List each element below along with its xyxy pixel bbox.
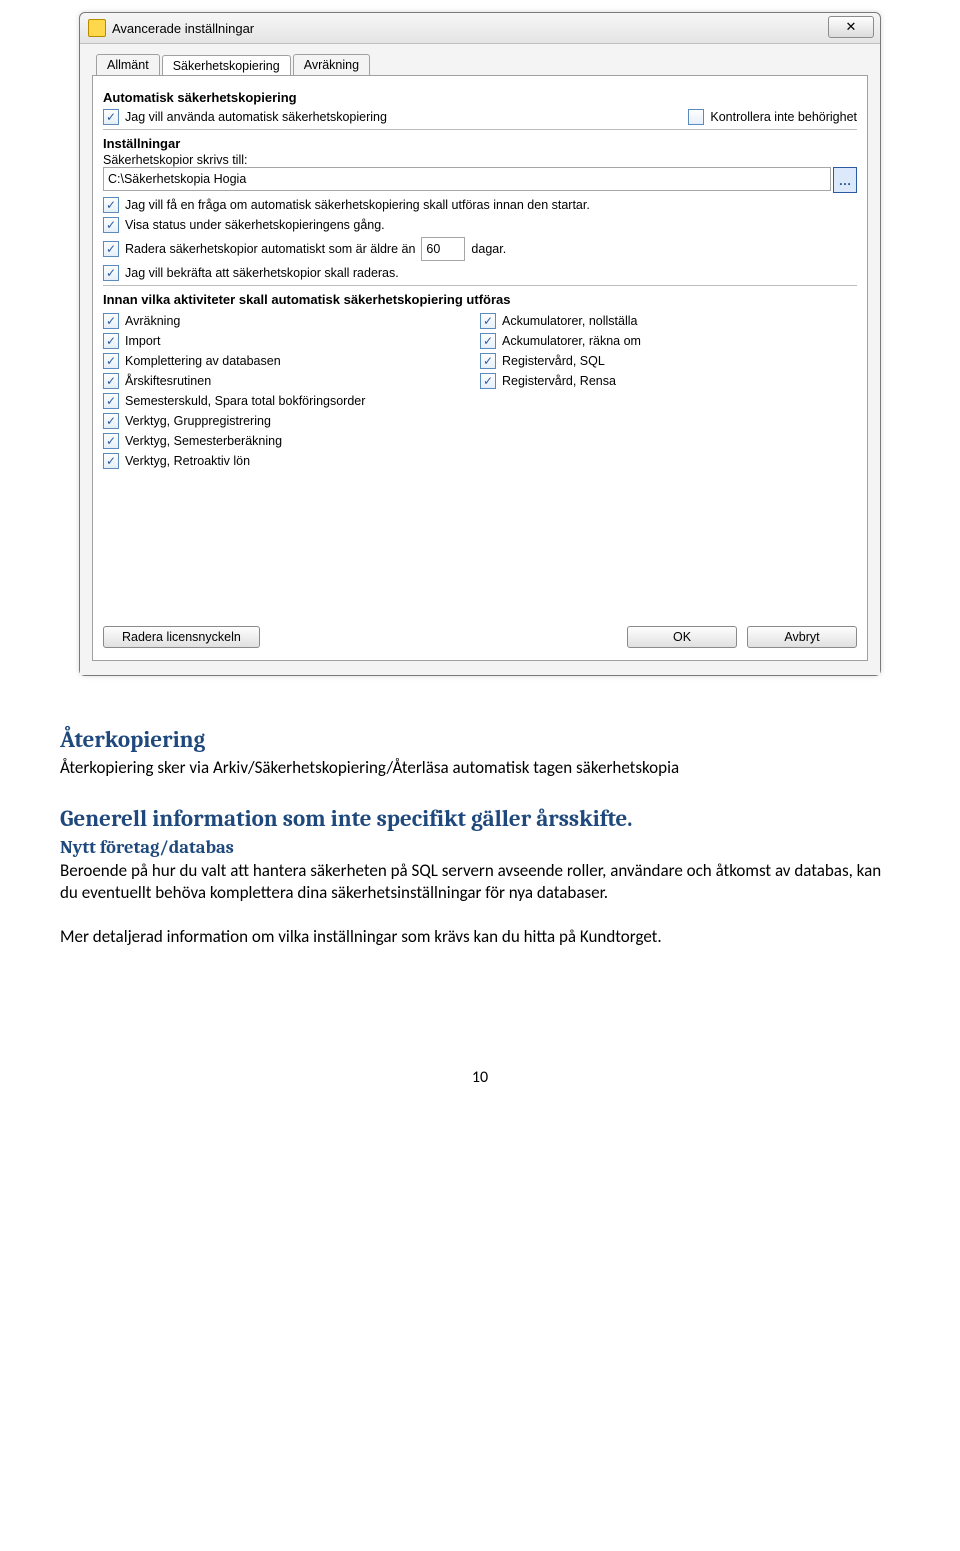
tab-settlement[interactable]: Avräkning [293, 54, 370, 75]
advanced-settings-dialog: Avancerade inställningar ✕ Allmänt Säker… [79, 12, 881, 676]
checkbox-show-status[interactable] [103, 217, 119, 233]
activity-label: Ackumulatorer, nollställa [502, 314, 637, 328]
activity-label: Avräkning [125, 314, 180, 328]
divider [103, 129, 857, 130]
group-settings-title: Inställningar [103, 136, 857, 151]
checkbox-activity-arskifte[interactable] [103, 373, 119, 389]
checkbox-use-auto-label: Jag vill använda automatisk säkerhetskop… [125, 110, 387, 124]
activity-label: Registervård, Rensa [502, 374, 616, 388]
browse-button[interactable]: … [833, 167, 857, 193]
group-activities-title: Innan vilka aktiviteter skall automatisk… [103, 292, 857, 307]
checkbox-activity-avrakning[interactable] [103, 313, 119, 329]
activity-label: Verktyg, Retroaktiv lön [125, 454, 250, 468]
paragraph-restore: Återkopiering sker via Arkiv/Säkerhetsko… [60, 757, 900, 779]
page-number: 10 [60, 1068, 900, 1087]
checkbox-activity-import[interactable] [103, 333, 119, 349]
delete-license-button[interactable]: Radera licensnyckeln [103, 626, 260, 648]
checkbox-confirm-delete[interactable] [103, 265, 119, 281]
close-icon: ✕ [846, 19, 857, 35]
checkbox-activity-retroaktiv-lon[interactable] [103, 453, 119, 469]
subheading-new-database: Nytt företag/databas [60, 836, 900, 858]
checkbox-activity-ackumulatorer-nollstalla[interactable] [480, 313, 496, 329]
paragraph-new-database: Beroende på hur du valt att hantera säke… [60, 860, 900, 904]
cancel-button[interactable]: Avbryt [747, 626, 857, 648]
checkbox-show-status-label: Visa status under säkerhetskopieringens … [125, 218, 385, 232]
document-body: Återkopiering Återkopiering sker via Ark… [60, 716, 900, 1087]
checkbox-activity-gruppregistrering[interactable] [103, 413, 119, 429]
activity-label: Registervård, SQL [502, 354, 605, 368]
checkbox-no-perm-check-label: Kontrollera inte behörighet [710, 110, 857, 124]
divider [103, 285, 857, 286]
activity-label: Verktyg, Semesterberäkning [125, 434, 282, 448]
checkbox-activity-komplettering[interactable] [103, 353, 119, 369]
backup-path-input[interactable] [103, 167, 831, 191]
checkbox-use-auto[interactable] [103, 109, 119, 125]
close-button[interactable]: ✕ [828, 16, 874, 38]
checkbox-confirm-delete-label: Jag vill bekräfta att säkerhetskopior sk… [125, 266, 399, 280]
checkbox-activity-semesterskuld[interactable] [103, 393, 119, 409]
checkbox-delete-old-label-suffix: dagar. [471, 242, 506, 256]
activity-label: Verktyg, Gruppregistrering [125, 414, 271, 428]
checkbox-activity-ackumulatorer-rakna-om[interactable] [480, 333, 496, 349]
checkbox-ask-before-label: Jag vill få en fråga om automatisk säker… [125, 198, 590, 212]
checkbox-ask-before[interactable] [103, 197, 119, 213]
tab-general[interactable]: Allmänt [96, 54, 160, 75]
activity-label: Import [125, 334, 160, 348]
checkbox-activity-registervard-sql[interactable] [480, 353, 496, 369]
checkbox-activity-semesterberakning[interactable] [103, 433, 119, 449]
activity-label: Semesterskuld, Spara total bokföringsord… [125, 394, 365, 408]
checkbox-delete-old-label-prefix: Radera säkerhetskopior automatiskt som ä… [125, 242, 415, 256]
paragraph-more-info: Mer detaljerad information om vilka inst… [60, 926, 900, 948]
app-icon [88, 19, 106, 37]
activity-label: Komplettering av databasen [125, 354, 281, 368]
heading-restore: Återkopiering [60, 726, 900, 753]
titlebar: Avancerade inställningar ✕ [80, 13, 880, 44]
group-auto-title: Automatisk säkerhetskopiering [103, 90, 857, 105]
heading-general-info: Generell information som inte specifikt … [60, 805, 900, 832]
tab-backup[interactable]: Säkerhetskopiering [162, 55, 291, 76]
delete-after-days-input[interactable] [421, 237, 465, 261]
activity-label: Årskiftesrutinen [125, 374, 211, 388]
checkbox-delete-old[interactable] [103, 241, 119, 257]
window-title: Avancerade inställningar [112, 21, 254, 36]
tab-strip: Allmänt Säkerhetskopiering Avräkning [96, 54, 868, 75]
activity-label: Ackumulatorer, räkna om [502, 334, 641, 348]
checkbox-activity-registervard-rensa[interactable] [480, 373, 496, 389]
tab-panel-backup: Automatisk säkerhetskopiering Jag vill a… [92, 75, 868, 661]
path-label: Säkerhetskopior skrivs till: [103, 153, 857, 167]
checkbox-no-perm-check[interactable] [688, 109, 704, 125]
ok-button[interactable]: OK [627, 626, 737, 648]
ellipsis-icon: … [839, 173, 852, 188]
